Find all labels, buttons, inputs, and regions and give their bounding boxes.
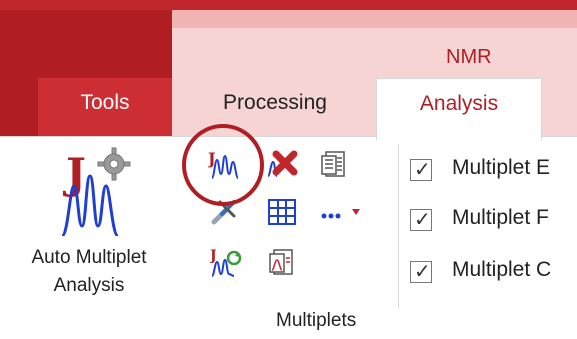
tab-analysis[interactable]: Analysis xyxy=(376,78,542,140)
multiplet-refresh-icon[interactable]: J xyxy=(210,246,242,278)
checkbox[interactable]: ✓ xyxy=(410,207,432,231)
multiplet-report-chart-icon[interactable] xyxy=(266,246,298,278)
multiplet-report-icon[interactable] xyxy=(318,148,350,180)
delete-multiplet-icon[interactable] xyxy=(266,148,298,180)
group-divider xyxy=(398,144,399,308)
svg-text:J: J xyxy=(62,149,86,198)
checkbox-label: Multiplet F xyxy=(452,206,549,229)
checkmark-icon: ✓ xyxy=(414,259,431,283)
highlight-circle-annotation xyxy=(182,124,264,206)
tab-tools[interactable]: Tools xyxy=(38,78,172,136)
checkmark-icon: ✓ xyxy=(414,207,431,231)
auto-multiplet-label-line1: Auto Multiplet xyxy=(31,247,147,268)
checkmark-icon: ✓ xyxy=(414,157,431,181)
auto-multiplet-label-line2: Analysis xyxy=(53,275,125,296)
nmr-context-stripe xyxy=(172,10,577,28)
title-bar-strip xyxy=(0,0,577,10)
more-options-icon[interactable] xyxy=(318,196,362,228)
checkbox-label: Multiplet E xyxy=(452,156,551,179)
context-tab-group-label: NMR xyxy=(446,46,492,68)
checkbox[interactable]: ✓ xyxy=(410,259,432,283)
auto-multiplet-analysis-button[interactable]: J Auto Multiplet Analysis xyxy=(0,146,178,306)
chevron-down-icon xyxy=(352,209,360,215)
checkbox[interactable]: ✓ xyxy=(410,157,432,181)
multiplet-table-icon[interactable] xyxy=(266,196,298,228)
checkbox-label: Multiplet C xyxy=(452,258,552,281)
svg-text:J: J xyxy=(210,248,217,264)
group-label-multiplets: Multiplets xyxy=(276,310,357,331)
auto-multiplet-icon: J xyxy=(60,147,131,236)
